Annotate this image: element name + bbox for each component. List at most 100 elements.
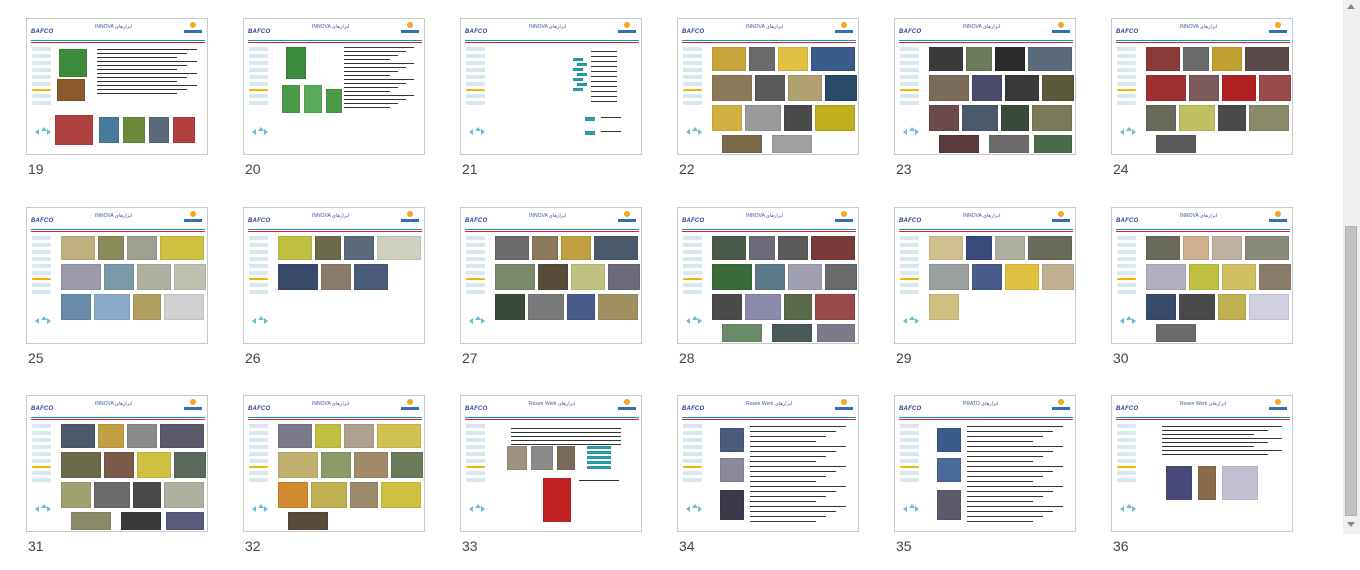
slide-title: INNOVA ﻿ابزارهای	[312, 401, 350, 407]
scrollbar-thumb[interactable]	[1345, 226, 1357, 516]
sidebar-menu-item	[32, 283, 51, 287]
slide-thumbnail-cell[interactable]: BAFCO INNOVA ﻿ابزارهای 21	[434, 18, 642, 193]
slide-photo	[354, 264, 388, 290]
header-divider	[248, 417, 422, 421]
logo-bar	[1269, 407, 1287, 410]
sidebar-menu-item	[32, 257, 51, 261]
text-line	[344, 87, 398, 88]
slide-thumbnail[interactable]: BAFCO INNOVA ﻿ابزارهای	[894, 207, 1076, 344]
slide-photo	[1249, 105, 1289, 131]
slide-photo	[712, 75, 752, 101]
sidebar-menu-item	[1117, 94, 1136, 98]
slide-thumbnail-cell[interactable]: BAFCO Rosen Werk ﻿ابزارهای 36	[1085, 395, 1293, 570]
text-line	[750, 426, 846, 427]
text-line	[750, 521, 816, 522]
header-divider	[682, 417, 856, 421]
slide-sorter-grid: BAFCO INNOVA ﻿ابزارهای 19 BAFCO INNOVA ﻿ابزا…	[0, 0, 1343, 554]
slide-thumbnail[interactable]: BAFCO Rosen Werk ﻿ابزارهای	[677, 395, 859, 532]
slide-thumbnail-cell[interactable]: BAFCO INNOVA ﻿ابزارهای 22	[651, 18, 859, 193]
scroll-up-arrow-icon[interactable]	[1347, 4, 1355, 9]
text-line	[750, 436, 826, 437]
arrow-left-icon	[35, 318, 39, 324]
slide-thumbnail[interactable]: BAFCO INNOVA ﻿ابزارهای	[1111, 207, 1293, 344]
nav-arrows-icon	[252, 316, 270, 326]
slide-thumbnail[interactable]: BAFCO INNOVA ﻿ابزارهای	[677, 207, 859, 344]
slide-thumbnail-cell[interactable]: BAFCO Rosen Werk ﻿ابزارهای 34	[651, 395, 859, 570]
slide-thumbnail[interactable]: BAFCO Rosen Werk ﻿ابزارهای	[460, 395, 642, 532]
slide-photo	[573, 88, 583, 91]
slide-thumbnail[interactable]: BAFCO PRATO ﻿ابزارهای	[894, 395, 1076, 532]
slide-thumbnail-cell[interactable]: BAFCO INNOVA ﻿ابزارهای 32	[217, 395, 425, 570]
slide-thumbnail-cell[interactable]: BAFCO INNOVA ﻿ابزارهای 27	[434, 207, 642, 382]
slide-thumbnail[interactable]: BAFCO INNOVA ﻿ابزارهای	[1111, 18, 1293, 155]
slide-thumbnail-cell[interactable]: BAFCO INNOVA ﻿ابزارهای 25	[0, 207, 208, 382]
slide-thumbnail[interactable]: BAFCO INNOVA ﻿ابزارهای	[460, 18, 642, 155]
slide-thumbnail-cell[interactable]: BAFCO Rosen Werk ﻿ابزارهای 33	[434, 395, 642, 570]
slide-header: BAFCO INNOVA ﻿ابزارهای	[27, 396, 207, 418]
slide-thumbnail-cell[interactable]: BAFCO INNOVA ﻿ابزارهای 20	[217, 18, 425, 193]
header-divider	[682, 40, 856, 44]
sidebar-menu-item	[683, 466, 702, 468]
logo-sun-icon	[1275, 399, 1281, 405]
slide-thumbnail-cell[interactable]: BAFCO INNOVA ﻿ابزارهای 30	[1085, 207, 1293, 382]
text-line	[97, 93, 177, 94]
arrow-left-icon	[469, 506, 473, 512]
slide-thumbnail-cell[interactable]: BAFCO PRATO ﻿ابزارهای 35	[868, 395, 1076, 570]
slide-brand-label: BAFCO	[248, 218, 271, 224]
slide-thumbnail[interactable]: BAFCO INNOVA ﻿ابزارهای	[26, 18, 208, 155]
arrow-left-icon	[35, 129, 39, 135]
sidebar-menu-item	[1117, 243, 1136, 247]
text-line	[344, 67, 406, 68]
slide-thumbnail-cell[interactable]: BAFCO INNOVA ﻿ابزارهای 23	[868, 18, 1076, 193]
slide-photo	[164, 294, 204, 320]
slide-thumbnail[interactable]: BAFCO INNOVA ﻿ابزارهای	[894, 18, 1076, 155]
arrow-left-icon	[469, 129, 473, 135]
company-logo-icon	[1051, 22, 1071, 36]
nav-arrows-icon	[35, 316, 53, 326]
slide-photo	[1259, 264, 1291, 290]
slide-thumbnail[interactable]: BAFCO INNOVA ﻿ابزارهای	[243, 18, 425, 155]
sidebar-menu-item	[249, 471, 268, 475]
slide-thumbnail[interactable]: BAFCO INNOVA ﻿ابزارهای	[26, 395, 208, 532]
slide-photo	[720, 490, 744, 520]
slide-thumbnail-cell[interactable]: BAFCO INNOVA ﻿ابزارهای 31	[0, 395, 208, 570]
slide-number: 26	[245, 350, 261, 366]
slide-sidebar-menu	[683, 236, 703, 297]
slide-thumbnail-cell[interactable]: BAFCO INNOVA ﻿ابزارهای 29	[868, 207, 1076, 382]
text-line	[591, 61, 617, 62]
arrow-right-icon	[698, 318, 702, 324]
slide-thumbnail[interactable]: BAFCO INNOVA ﻿ابزارهای	[26, 207, 208, 344]
text-line	[1162, 430, 1268, 431]
text-line	[967, 486, 1063, 487]
slide-thumbnail[interactable]: BAFCO INNOVA ﻿ابزارهای	[243, 395, 425, 532]
text-line	[967, 436, 1043, 437]
sidebar-menu-item	[683, 257, 702, 261]
slide-title: INNOVA ﻿ابزارهای	[1180, 24, 1218, 30]
nav-arrows-icon	[35, 504, 53, 514]
scroll-down-arrow-icon[interactable]	[1347, 522, 1355, 527]
text-line	[967, 476, 1043, 477]
slide-photo	[561, 236, 591, 260]
logo-bar	[835, 407, 853, 410]
vertical-scrollbar[interactable]	[1343, 0, 1360, 534]
slide-thumbnail[interactable]: BAFCO INNOVA ﻿ابزارهای	[677, 18, 859, 155]
slide-photo	[1042, 75, 1074, 101]
slide-number: 30	[1113, 350, 1129, 366]
slide-photo	[817, 324, 855, 342]
slide-photo	[61, 236, 95, 260]
slide-thumbnail-cell[interactable]: BAFCO INNOVA ﻿ابزارهای 28	[651, 207, 859, 382]
sidebar-menu-item	[249, 250, 268, 254]
sidebar-menu-item	[1117, 471, 1136, 475]
slide-thumbnail[interactable]: BAFCO INNOVA ﻿ابزارهای	[460, 207, 642, 344]
slide-thumbnail[interactable]: BAFCO INNOVA ﻿ابزارهای	[243, 207, 425, 344]
text-line	[967, 431, 1053, 432]
text-line	[750, 501, 816, 502]
slide-thumbnail[interactable]: BAFCO Rosen Werk ﻿ابزارهای	[1111, 395, 1293, 532]
slide-thumbnail-cell[interactable]: BAFCO INNOVA ﻿ابزارهای 19	[0, 18, 208, 193]
text-line	[967, 481, 1033, 482]
slide-thumbnail-cell[interactable]: BAFCO INNOVA ﻿ابزارهای 26	[217, 207, 425, 382]
sidebar-menu-item	[466, 471, 485, 475]
slide-photo	[98, 236, 124, 260]
text-line	[750, 481, 816, 482]
slide-thumbnail-cell[interactable]: BAFCO INNOVA ﻿ابزارهای 24	[1085, 18, 1293, 193]
